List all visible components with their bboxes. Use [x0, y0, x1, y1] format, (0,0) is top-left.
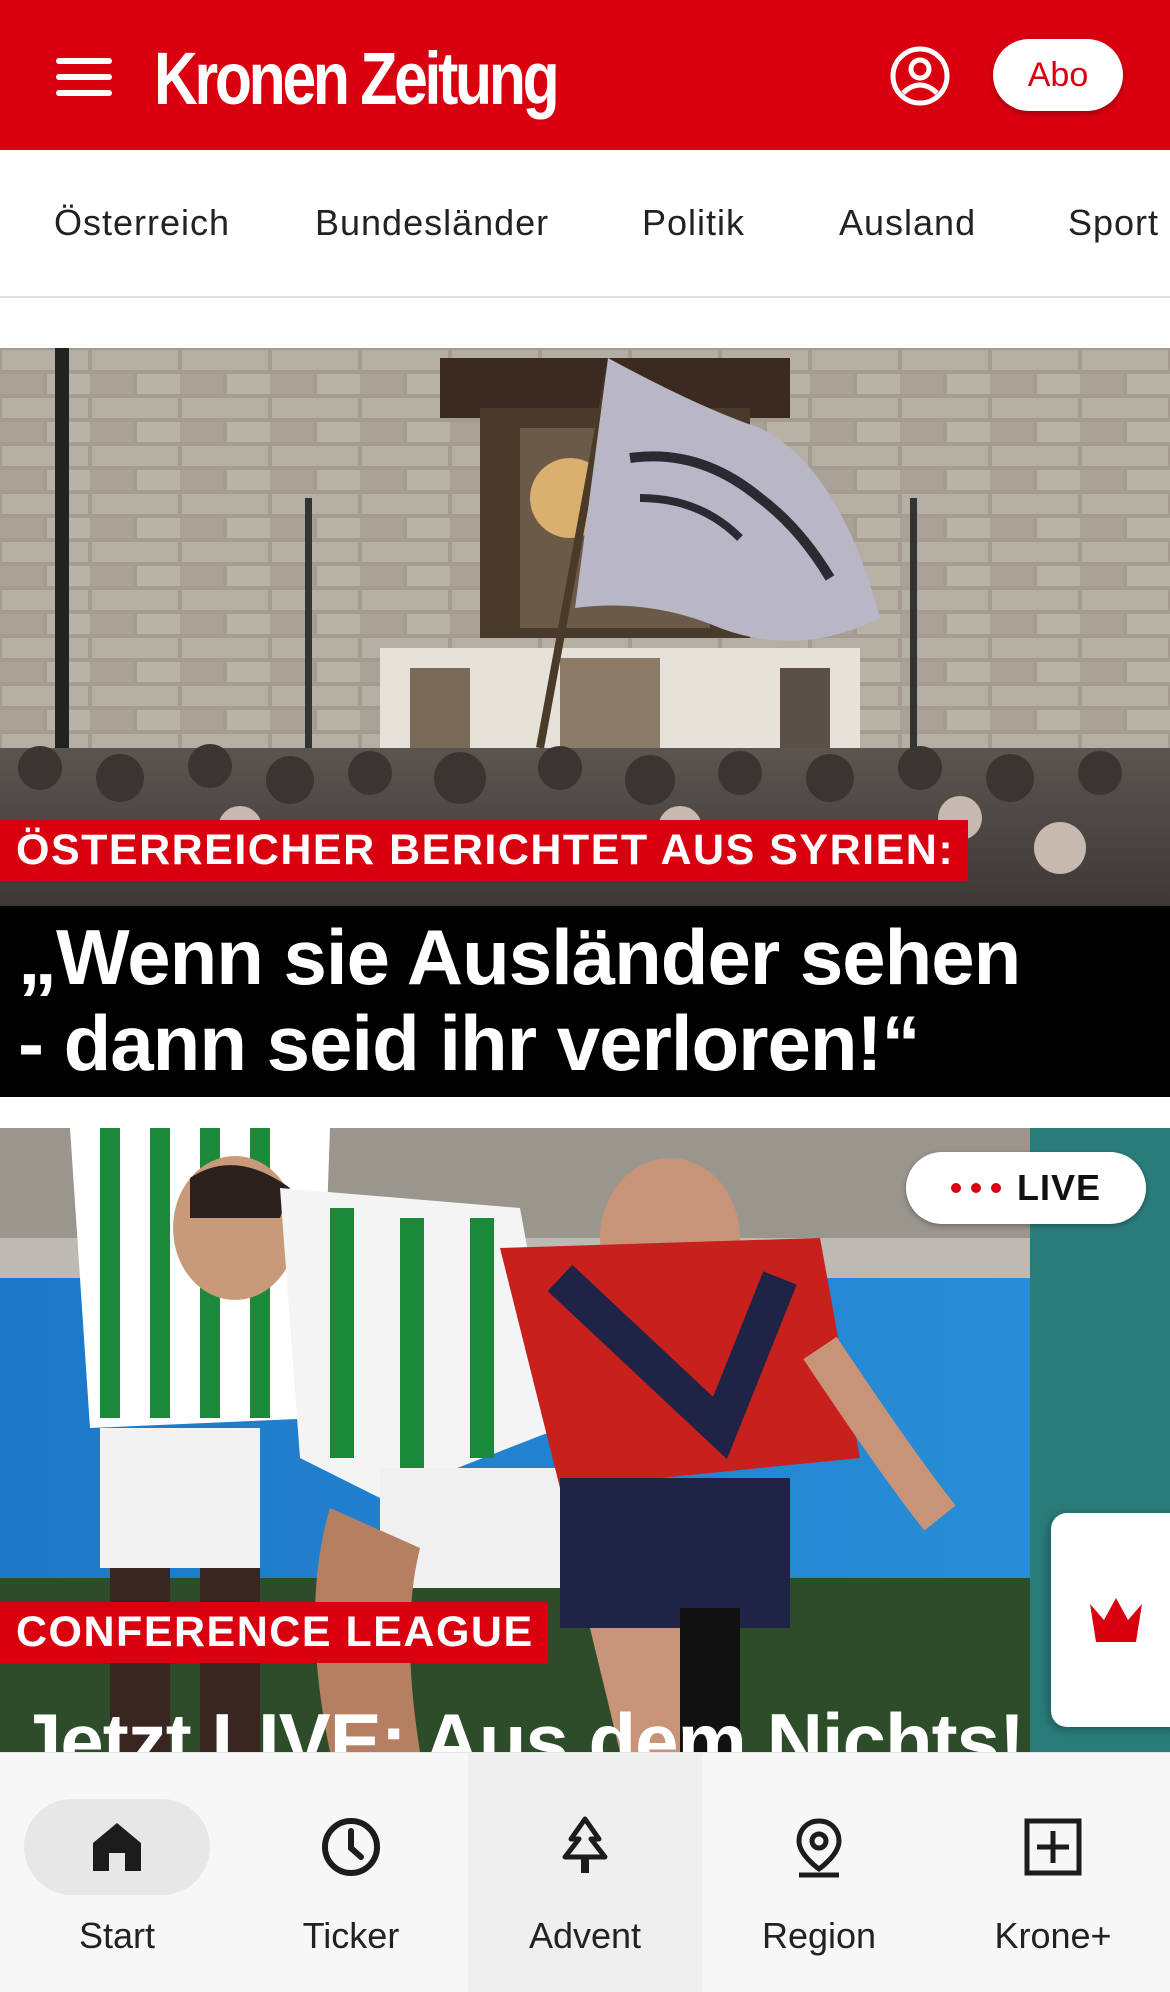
live-badge: LIVE: [906, 1152, 1146, 1224]
tab-label: Advent: [528, 1915, 642, 1956]
nav-item-oesterreich[interactable]: Österreich: [54, 202, 230, 244]
category-nav: Österreich Bundesländer Politik Ausland …: [0, 150, 1170, 298]
tab-start[interactable]: Start: [0, 1753, 234, 1992]
headline-line: „Wenn sie Ausländer sehen: [18, 913, 1021, 1001]
article-headline: Jetzt LIVE: Aus dem Nichts!: [18, 1697, 1025, 1752]
tab-label: Region: [761, 1915, 877, 1956]
location-pin-icon: [796, 1818, 842, 1878]
tab-label: Krone+: [994, 1915, 1112, 1956]
crown-icon: [1090, 1598, 1142, 1642]
nav-item-sport[interactable]: Sport: [1068, 202, 1159, 244]
live-label: LIVE: [1016, 1167, 1101, 1208]
article-card-syria[interactable]: ÖSTERREICHER BERICHTET AUS SYRIEN: „Wenn…: [0, 348, 1170, 1097]
tree-icon: [562, 1816, 608, 1873]
tab-krone-plus[interactable]: Krone+: [936, 1753, 1170, 1992]
tab-region[interactable]: Region: [702, 1753, 936, 1992]
nav-item-politik[interactable]: Politik: [642, 202, 745, 244]
nav-item-bundeslaender[interactable]: Bundesländer: [315, 202, 549, 244]
live-indicator-icon: [950, 1183, 1001, 1193]
tab-label: Ticker: [302, 1915, 400, 1956]
subscribe-button[interactable]: Abo: [993, 39, 1123, 111]
article-card-conference-league[interactable]: LIVE CONFERENCE LEAGUE Jetzt LIVE: Aus d…: [0, 1128, 1170, 1752]
user-account-icon[interactable]: [889, 45, 951, 107]
hamburger-menu-icon[interactable]: [56, 58, 112, 96]
app-header: Kronen Zeitung Abo: [0, 0, 1170, 150]
tab-ticker[interactable]: Ticker: [234, 1753, 468, 1992]
nav-item-ausland[interactable]: Ausland: [839, 202, 976, 244]
clock-icon: [322, 1818, 380, 1876]
plus-box-icon: [1024, 1818, 1082, 1876]
home-icon: [93, 1823, 141, 1871]
logo[interactable]: Kronen Zeitung: [154, 36, 560, 121]
tab-label: Start: [78, 1915, 156, 1956]
krone-plus-floating-tab[interactable]: [1051, 1513, 1170, 1727]
article-kicker: CONFERENCE LEAGUE: [0, 1602, 548, 1663]
bottom-navigation: Start Ticker Advent Region Krone+: [0, 1752, 1170, 1992]
headline-line: - dann seid ihr verloren!“: [18, 999, 921, 1087]
tab-advent[interactable]: Advent: [468, 1753, 702, 1992]
article-headline: „Wenn sie Ausländer sehen - dann seid ih…: [0, 906, 1170, 1097]
article-kicker: ÖSTERREICHER BERICHTET AUS SYRIEN:: [0, 820, 969, 881]
